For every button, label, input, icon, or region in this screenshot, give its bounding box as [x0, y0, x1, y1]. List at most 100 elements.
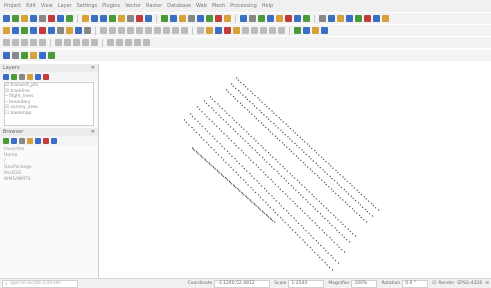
toolbar-tool-icon[interactable]: [179, 15, 186, 22]
close-panel-icon[interactable]: ✕: [91, 129, 95, 135]
menu-layer[interactable]: Layer: [58, 3, 72, 9]
digitizing-tool-icon[interactable]: [12, 27, 19, 34]
digitizing-tool-icon[interactable]: [127, 27, 134, 34]
digitizing-tool-icon[interactable]: [163, 27, 170, 34]
toolbar-tool-icon[interactable]: [373, 15, 380, 22]
digitizing-tool-icon[interactable]: [109, 27, 116, 34]
layers-tool-icon[interactable]: [3, 73, 9, 80]
menu-web[interactable]: Web: [196, 3, 207, 9]
digitizing-tool-icon[interactable]: [294, 27, 301, 34]
toolbar-tool-icon[interactable]: [66, 15, 73, 22]
digitizing-tool-icon[interactable]: [48, 27, 55, 34]
toolbar-tool-icon[interactable]: [215, 15, 222, 22]
toolbar-tool-icon[interactable]: [355, 15, 362, 22]
toolbar-tool-icon[interactable]: [118, 15, 125, 22]
digitizing-tool-icon[interactable]: [303, 27, 310, 34]
toolbar-tool-icon[interactable]: [109, 15, 116, 22]
toolbar-tool-icon[interactable]: [276, 15, 283, 22]
menu-edit[interactable]: Edit: [26, 3, 36, 9]
toolbar-tool-icon[interactable]: [294, 15, 301, 22]
toolbar-tool-icon[interactable]: [21, 15, 28, 22]
magnifier-field[interactable]: 100%: [351, 279, 378, 288]
advanced-tool-icon[interactable]: [107, 39, 114, 46]
menu-mesh[interactable]: Mesh: [212, 3, 225, 9]
layer-tree-item[interactable]: ☐ basemap: [5, 111, 93, 117]
digitizing-tool-icon[interactable]: [215, 27, 222, 34]
advanced-tool-icon[interactable]: [134, 39, 141, 46]
toolbar-tool-icon[interactable]: [240, 15, 247, 22]
map-canvas[interactable]: [100, 64, 491, 278]
toolbar-tool-icon[interactable]: [100, 15, 107, 22]
messages-icon[interactable]: ✉: [485, 281, 489, 286]
menu-project[interactable]: Project: [4, 3, 21, 9]
digitizing-tool-icon[interactable]: [154, 27, 161, 34]
coordinate-field[interactable]: -3.1240,52.4812: [214, 279, 271, 288]
digitizing-tool-icon[interactable]: [233, 27, 240, 34]
digitizing-tool-icon[interactable]: [269, 27, 276, 34]
menu-view[interactable]: View: [41, 3, 53, 9]
digitizing-tool-icon[interactable]: [242, 27, 249, 34]
digitizing-tool-icon[interactable]: [84, 27, 91, 34]
menu-settings[interactable]: Settings: [77, 3, 98, 9]
menu-help[interactable]: Help: [262, 3, 273, 9]
digitizing-tool-icon[interactable]: [260, 27, 267, 34]
browser-tool-icon[interactable]: [43, 137, 49, 144]
toolbar-tool-icon[interactable]: [206, 15, 213, 22]
layers-tool-icon[interactable]: [35, 73, 41, 80]
layers-tool-icon[interactable]: [43, 73, 49, 80]
advanced-tool-icon[interactable]: [82, 39, 89, 46]
toolbar-tool-icon[interactable]: [3, 15, 10, 22]
crs-button[interactable]: EPSG:4326: [457, 281, 482, 286]
digitizing-tool-icon[interactable]: [278, 27, 285, 34]
toolbar-tool-icon[interactable]: [170, 15, 177, 22]
toolbar-tool-icon[interactable]: [136, 15, 143, 22]
advanced-tool-icon[interactable]: [30, 39, 37, 46]
toolbar-tool-icon[interactable]: [197, 15, 204, 22]
scale-field[interactable]: 1:2544: [288, 279, 325, 288]
digitizing-tool-icon[interactable]: [224, 27, 231, 34]
rotation-field[interactable]: 0.0 °: [402, 279, 429, 288]
toolbar-tool-icon[interactable]: [48, 15, 55, 22]
toolbar-tool-icon[interactable]: [12, 15, 19, 22]
toolbar-tool-icon[interactable]: [30, 15, 37, 22]
menu-plugins[interactable]: Plugins: [102, 3, 120, 9]
toolbar-tool-icon[interactable]: [267, 15, 274, 22]
datasource-tool-icon[interactable]: [48, 52, 55, 59]
layers-tool-icon[interactable]: [27, 73, 33, 80]
toolbar-tool-icon[interactable]: [145, 15, 152, 22]
advanced-tool-icon[interactable]: [143, 39, 150, 46]
toolbar-tool-icon[interactable]: [346, 15, 353, 22]
digitizing-tool-icon[interactable]: [197, 27, 204, 34]
toolbar-tool-icon[interactable]: [82, 15, 89, 22]
toolbar-tool-icon[interactable]: [319, 15, 326, 22]
digitizing-tool-icon[interactable]: [181, 27, 188, 34]
datasource-tool-icon[interactable]: [21, 52, 28, 59]
browser-tool-icon[interactable]: [3, 137, 9, 144]
toolbar-tool-icon[interactable]: [57, 15, 64, 22]
digitizing-tool-icon[interactable]: [312, 27, 319, 34]
toolbar-tool-icon[interactable]: [161, 15, 168, 22]
advanced-tool-icon[interactable]: [21, 39, 28, 46]
toolbar-tool-icon[interactable]: [364, 15, 371, 22]
toolbar-tool-icon[interactable]: [249, 15, 256, 22]
advanced-tool-icon[interactable]: [116, 39, 123, 46]
menu-database[interactable]: Database: [167, 3, 191, 9]
browser-tool-icon[interactable]: [51, 137, 57, 144]
advanced-tool-icon[interactable]: [39, 39, 46, 46]
browser-tool-icon[interactable]: [19, 137, 25, 144]
advanced-tool-icon[interactable]: [64, 39, 71, 46]
layers-tool-icon[interactable]: [11, 73, 17, 80]
menu-vector[interactable]: Vector: [125, 3, 141, 9]
digitizing-tool-icon[interactable]: [100, 27, 107, 34]
layers-tool-icon[interactable]: [19, 73, 25, 80]
digitizing-tool-icon[interactable]: [321, 27, 328, 34]
datasource-tool-icon[interactable]: [39, 52, 46, 59]
browser-tool-icon[interactable]: [35, 137, 41, 144]
digitizing-tool-icon[interactable]: [145, 27, 152, 34]
menu-raster[interactable]: Raster: [146, 3, 162, 9]
digitizing-tool-icon[interactable]: [172, 27, 179, 34]
toolbar-tool-icon[interactable]: [127, 15, 134, 22]
menu-processing[interactable]: Processing: [230, 3, 257, 9]
digitizing-tool-icon[interactable]: [206, 27, 213, 34]
digitizing-tool-icon[interactable]: [57, 27, 64, 34]
